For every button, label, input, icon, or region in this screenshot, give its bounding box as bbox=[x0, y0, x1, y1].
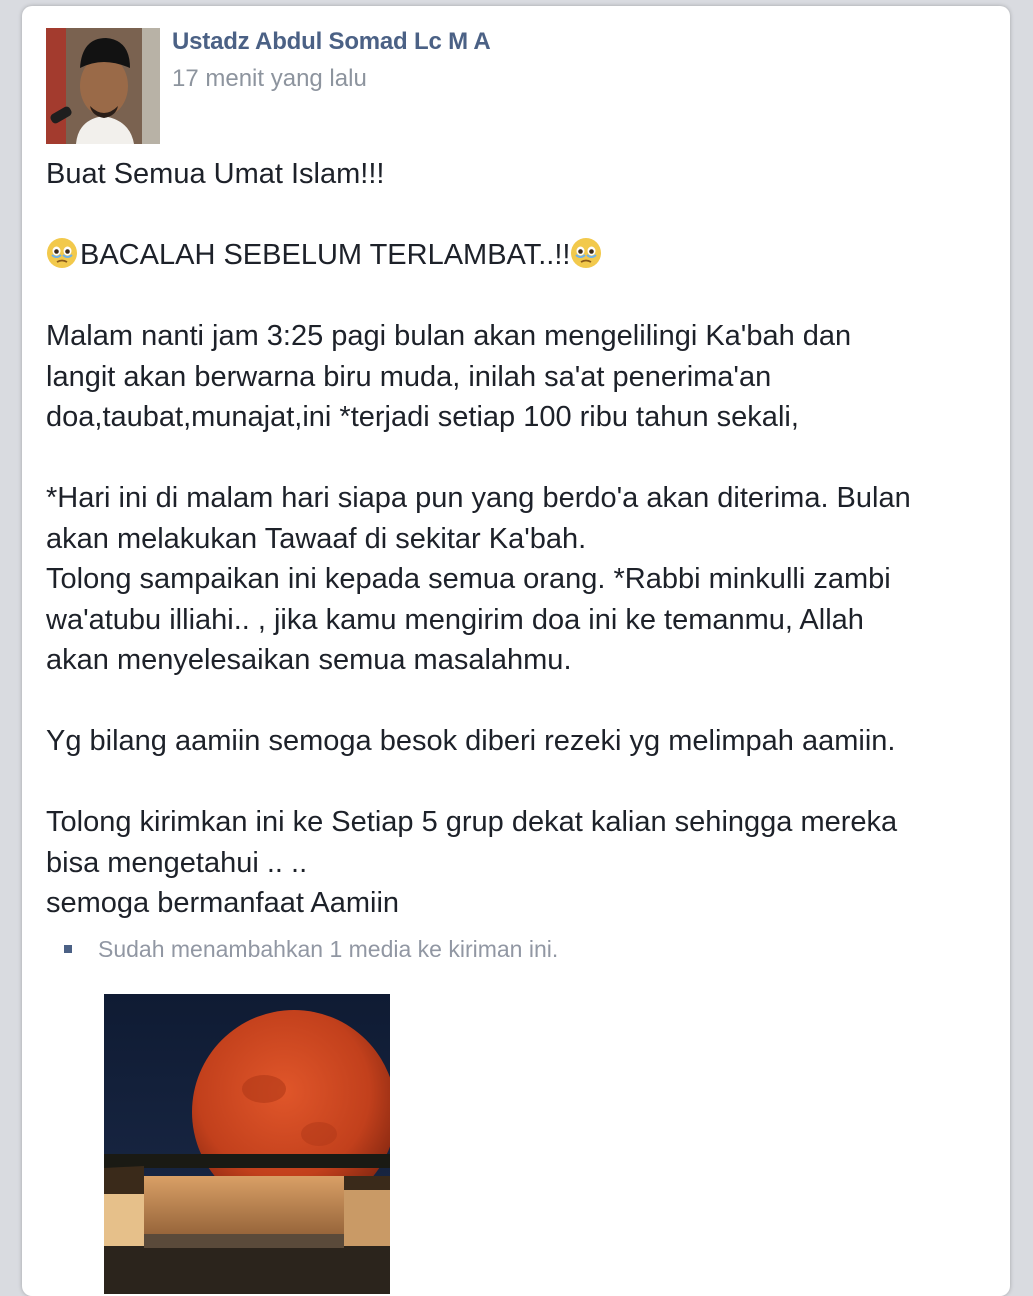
post-text: BACALAH SEBELUM TERLAMBAT..!! bbox=[80, 239, 571, 271]
post-text: akan menyelesaikan semua masalahmu. bbox=[46, 644, 572, 676]
post-text: Tolong sampaikan ini kepada semua orang.… bbox=[46, 563, 891, 595]
post-text: wa'atubu illiahi.. , jika kamu mengirim … bbox=[46, 603, 864, 636]
post-text-line: Yg bilang aamiin semoga besok diberi rez… bbox=[46, 721, 996, 762]
post-text-line: Tolong kirimkan ini ke Setiap 5 grup dek… bbox=[46, 802, 996, 843]
post-text-line: Buat Semua Umat Islam!!! bbox=[46, 154, 996, 195]
post-photo[interactable] bbox=[104, 994, 390, 1294]
post-text-line: Malam nanti jam 3:25 pagi bulan akan men… bbox=[46, 316, 996, 357]
post-timestamp[interactable]: 17 menit yang lalu bbox=[172, 65, 367, 93]
post-text-line: semoga bermanfaat Aamiin bbox=[46, 883, 996, 924]
post-text-line: doa,taubat,munajat,ini *terjadi setiap 1… bbox=[46, 397, 996, 438]
post-card: Ustadz Abdul Somad Lc M A 17 menit yang … bbox=[22, 6, 1010, 1296]
avatar-portrait-image bbox=[46, 28, 160, 144]
post-text-line: akan melakukan Tawaaf di sekitar Ka'bah. bbox=[46, 519, 996, 560]
media-note-text: Sudah menambahkan 1 media ke kiriman ini… bbox=[98, 936, 559, 962]
post-text-line: langit akan berwarna biru muda, inilah s… bbox=[46, 357, 996, 398]
author-name[interactable]: Ustadz Abdul Somad Lc M A bbox=[172, 28, 491, 56]
post-text: akan melakukan Tawaaf di sekitar Ka'bah. bbox=[46, 522, 587, 555]
post-text: doa,taubat,munajat,ini *terjadi setiap 1… bbox=[46, 401, 799, 433]
post-text: Buat Semua Umat Islam!!! bbox=[46, 158, 385, 190]
post-text: langit akan berwarna biru muda, inilah s… bbox=[46, 360, 772, 393]
author-avatar[interactable] bbox=[46, 28, 160, 144]
post-text-line: bisa mengetahui .. .. bbox=[46, 843, 996, 884]
crying-face-emoji bbox=[571, 238, 602, 268]
post-text: Yg bilang aamiin semoga besok diberi rez… bbox=[46, 725, 896, 757]
crying-face-emoji bbox=[47, 238, 77, 268]
post-text-line: Tolong sampaikan ini kepada semua orang.… bbox=[46, 559, 996, 600]
post-text: Malam nanti jam 3:25 pagi bulan akan men… bbox=[46, 320, 852, 352]
post-text: semoga bermanfaat Aamiin bbox=[46, 887, 400, 919]
post-text-line: wa'atubu illiahi.. , jika kamu mengirim … bbox=[46, 600, 996, 641]
post-text-line: *Hari ini di malam hari siapa pun yang b… bbox=[46, 478, 996, 519]
post-text: *Hari ini di malam hari siapa pun yang b… bbox=[46, 482, 911, 514]
square-bullet-icon bbox=[64, 944, 72, 953]
post-text: Tolong kirimkan ini ke Setiap 5 grup dek… bbox=[46, 806, 898, 838]
post-text-line: akan menyelesaikan semua masalahmu. bbox=[46, 640, 996, 681]
red-moon-over-mosque-image bbox=[104, 994, 390, 1294]
media-added-note: Sudah menambahkan 1 media ke kiriman ini… bbox=[64, 936, 558, 963]
post-body: Buat Semua Umat Islam!!! BACALAH SEBELUM … bbox=[46, 154, 996, 924]
post-text: bisa mengetahui .. .. bbox=[46, 846, 308, 879]
post-text-line: BACALAH SEBELUM TERLAMBAT..!! bbox=[46, 235, 996, 276]
